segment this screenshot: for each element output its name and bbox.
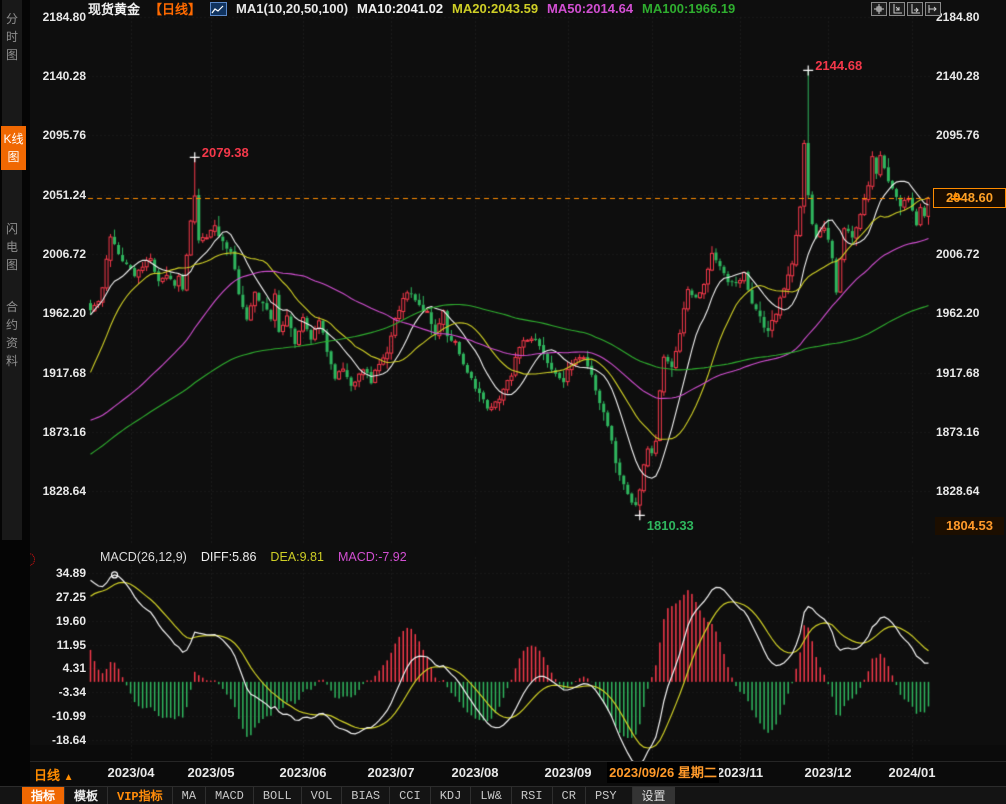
toolbar-button-RSI[interactable]: RSI [511,787,552,804]
toolbar-button-BIAS[interactable]: BIAS [341,787,389,804]
indicator-toolbar: 指标模板VIP指标MAMACDBOLLVOLBIASCCIKDJLW&RSICR… [0,786,1006,804]
toolbar-button-LW&[interactable]: LW& [470,787,511,804]
date-axis-label: 2023/08 [435,765,515,780]
toolbar-button-KDJ[interactable]: KDJ [430,787,471,804]
toolbar-button-CCI[interactable]: CCI [389,787,430,804]
chart-canvas[interactable] [0,0,1006,804]
macd-title: MACD(26,12,9) [100,550,187,564]
toolbar-button-指标[interactable]: 指标 [22,787,64,804]
scale-x-axis-icon[interactable] [907,2,923,16]
price-axis-label: 1962.20 [936,306,1002,320]
date-axis-label: 2023/06 [263,765,343,780]
sidebar: 分时图 K线图闪电图合约资料 [0,0,30,804]
toolbar-button-CR[interactable]: CR [552,787,585,804]
period-selector-label: 日线 [34,768,60,783]
toolbar-button-PSY[interactable]: PSY [585,787,626,804]
price-axis-label: 1917.68 [936,366,1002,380]
sidebar-tab-闪电图[interactable]: 闪电图 [2,220,22,274]
ma-value-100: MA100:1966.19 [642,1,735,16]
lowest-price-badge: 1804.53 [935,517,1004,535]
scale-y-axis-icon[interactable] [889,2,905,16]
macd-header: MACD(26,12,9) DIFF:5.86 DEA:9.81 MACD:-7… [100,550,407,564]
price-axis-label: 2184.80 [936,10,1002,24]
price-annotation: 1810.33 [647,518,694,533]
period-selector[interactable]: 日线 ▲ [34,765,74,784]
price-axis-label: 2140.28 [936,69,1002,83]
toolbar-button-BOLL[interactable]: BOLL [253,787,301,804]
sidebar-tab-合约资料[interactable]: 合约资料 [2,298,22,370]
crosshair-date-badge: 2023/09/26 星期二 [607,762,719,783]
macd-hist-value: MACD:-7.92 [338,550,407,564]
date-axis-label: 2023/07 [351,765,431,780]
ma-chart-icon [210,2,227,16]
price-axis-label: 1828.64 [936,484,1002,498]
date-axis-label: 2024/01 [872,765,952,780]
toolbar-button-VOL[interactable]: VOL [301,787,342,804]
ma-value-50: MA50:2014.64 [547,1,633,16]
toolbar-button-MA[interactable]: MA [172,787,205,804]
date-axis-label: 2023/05 [171,765,251,780]
ma-values: MA10:2041.02 MA20:2043.59 MA50:2014.64 MA10… [357,1,735,16]
trading-app: { "colors": { "up": "#f4384a", "down": "… [0,0,1006,804]
chart-header: 现货黄金 【日线】 MA1(10,20,50,100) MA10:2041.02… [88,1,735,16]
symbol-title: 现货黄金 [88,0,140,18]
toolbar-button-MACD[interactable]: MACD [205,787,253,804]
macd-diff-value: DIFF:5.86 [201,550,257,564]
toolbar-button-模板[interactable]: 模板 [64,787,107,804]
price-axis-label: 2006.72 [936,247,1002,261]
price-annotation: 2079.38 [202,145,249,160]
toolbar-button-VIP指标[interactable]: VIP指标 [107,787,172,804]
price-marker-icon: ▲ [951,190,962,200]
price-axis-label: 2095.76 [936,128,1002,142]
sidebar-tab-K线图[interactable]: K线图 [1,126,26,170]
date-axis-label: 2023/09 [528,765,608,780]
ma-group-label: MA1(10,20,50,100) [236,1,348,16]
price-axis-label: 1873.16 [936,425,1002,439]
date-axis-label: 2023/04 [91,765,171,780]
ma-value-10: MA10:2041.02 [357,1,443,16]
triangle-up-icon: ▲ [64,772,74,783]
date-axis-label: 2023/12 [788,765,868,780]
pan-right-icon[interactable] [925,2,941,16]
timeline-separator [30,761,1006,762]
price-annotation: 2144.68 [815,58,862,73]
ma-value-20: MA20:2043.59 [452,1,538,16]
pan-icon[interactable] [871,2,887,16]
macd-dea-value: DEA:9.81 [270,550,324,564]
period-title: 【日线】 [149,0,201,18]
chart-toolbar-icons [871,2,941,16]
toolbar-button-设置[interactable]: 设置 [632,787,675,804]
sidebar-tab-分时图[interactable]: 分时图 [2,10,22,64]
current-price-badge: 2048.60 [933,188,1006,208]
